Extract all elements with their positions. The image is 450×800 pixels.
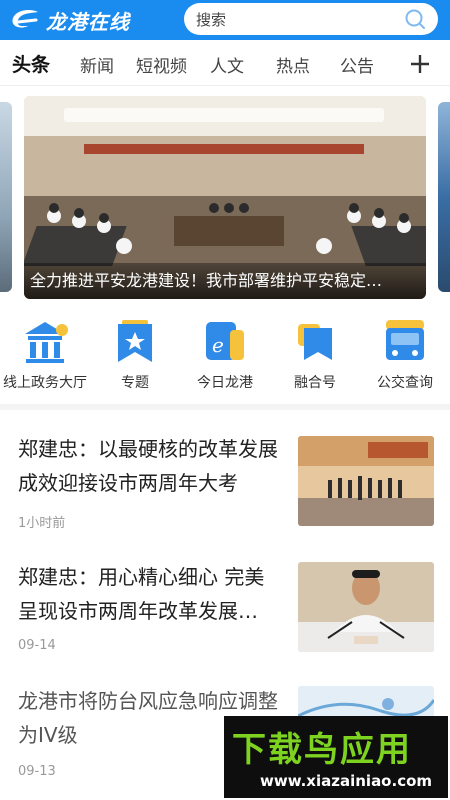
add-channel-icon[interactable] [408, 52, 432, 76]
quick-nav-label: 今日龙港 [197, 375, 253, 391]
banner-carousel[interactable]: 全力推进平安龙港建设！我市部署维护平安稳定… [0, 92, 450, 302]
quick-nav-label: 专题 [121, 375, 149, 391]
tab-news[interactable]: 新闻 [80, 52, 114, 77]
quick-nav: 线上政务大厅 专题 e 今日龙港 融合号 公交查询 [0, 310, 450, 402]
search-placeholder: 搜索 [196, 10, 227, 29]
news-item[interactable]: 郑建忠：以最硬核的改革发展成效迎接设市两周年大考 1小时前 [0, 420, 450, 540]
news-thumbnail [298, 562, 434, 652]
quick-nav-label: 融合号 [294, 375, 336, 391]
news-time: 09-13 [18, 764, 56, 779]
news-title: 郑建忠：以最硬核的改革发展成效迎接设市两周年大考 [18, 437, 278, 495]
ie-browser-icon: e [206, 322, 244, 360]
government-building-icon [25, 322, 68, 363]
tab-hot[interactable]: 热点 [276, 52, 310, 77]
news-title: 郑建忠：用心精心细心 完美呈现设市两周年改革发展… [18, 565, 265, 623]
section-divider [0, 404, 450, 410]
news-thumbnail [298, 436, 434, 526]
carousel-prev-card[interactable] [0, 102, 12, 292]
banner-slide[interactable]: 全力推进平安龙港建设！我市部署维护平安稳定… [24, 96, 426, 299]
search-icon[interactable] [404, 8, 426, 30]
search-bar[interactable]: 搜索 [184, 3, 438, 35]
quick-nav-topics[interactable]: 专题 [90, 316, 180, 392]
app-logo[interactable]: 龙港在线 [8, 0, 180, 40]
news-time: 09-14 [18, 638, 56, 653]
quick-nav-online-government[interactable]: 线上政务大厅 [0, 316, 90, 392]
tab-culture[interactable]: 人文 [210, 52, 244, 77]
logo-text: 龙港在线 [46, 9, 130, 34]
group-photo [298, 436, 434, 526]
news-item[interactable]: 郑建忠：用心精心细心 完美呈现设市两周年改革发展… 09-14 [0, 548, 450, 668]
news-time: 1小时前 [18, 516, 66, 531]
quick-nav-label: 公交查询 [377, 375, 433, 391]
quick-nav-bus[interactable]: 公交查询 [360, 316, 450, 392]
tab-announcement[interactable]: 公告 [340, 52, 374, 77]
folded-bookmark-icon [298, 324, 332, 360]
category-tabs: 头条 新闻 短视频 人文 热点 公告 [0, 40, 450, 86]
logo-swirl-icon [12, 10, 38, 28]
watermark-url: www.xiazainiao.com [260, 772, 433, 790]
tab-headlines[interactable]: 头条 [12, 50, 50, 77]
watermark-overlay: 下载鸟应用 www.xiazainiao.com [224, 716, 448, 798]
quick-nav-today-longgang[interactable]: e 今日龙港 [180, 316, 270, 392]
speaker-photo [298, 562, 434, 652]
tab-short-video[interactable]: 短视频 [136, 52, 187, 77]
banner-caption: 全力推进平安龙港建设！我市部署维护平安稳定… [24, 263, 426, 299]
bookmark-star-icon [118, 320, 152, 362]
bus-icon [386, 320, 424, 360]
svg-text:e: e [212, 333, 224, 357]
watermark-title: 下载鸟应用 [232, 730, 412, 770]
top-header: 龙港在线 搜索 [0, 0, 450, 40]
quick-nav-label: 线上政务大厅 [3, 375, 87, 391]
quick-nav-fusion[interactable]: 融合号 [270, 316, 360, 392]
carousel-next-card[interactable] [438, 102, 450, 292]
